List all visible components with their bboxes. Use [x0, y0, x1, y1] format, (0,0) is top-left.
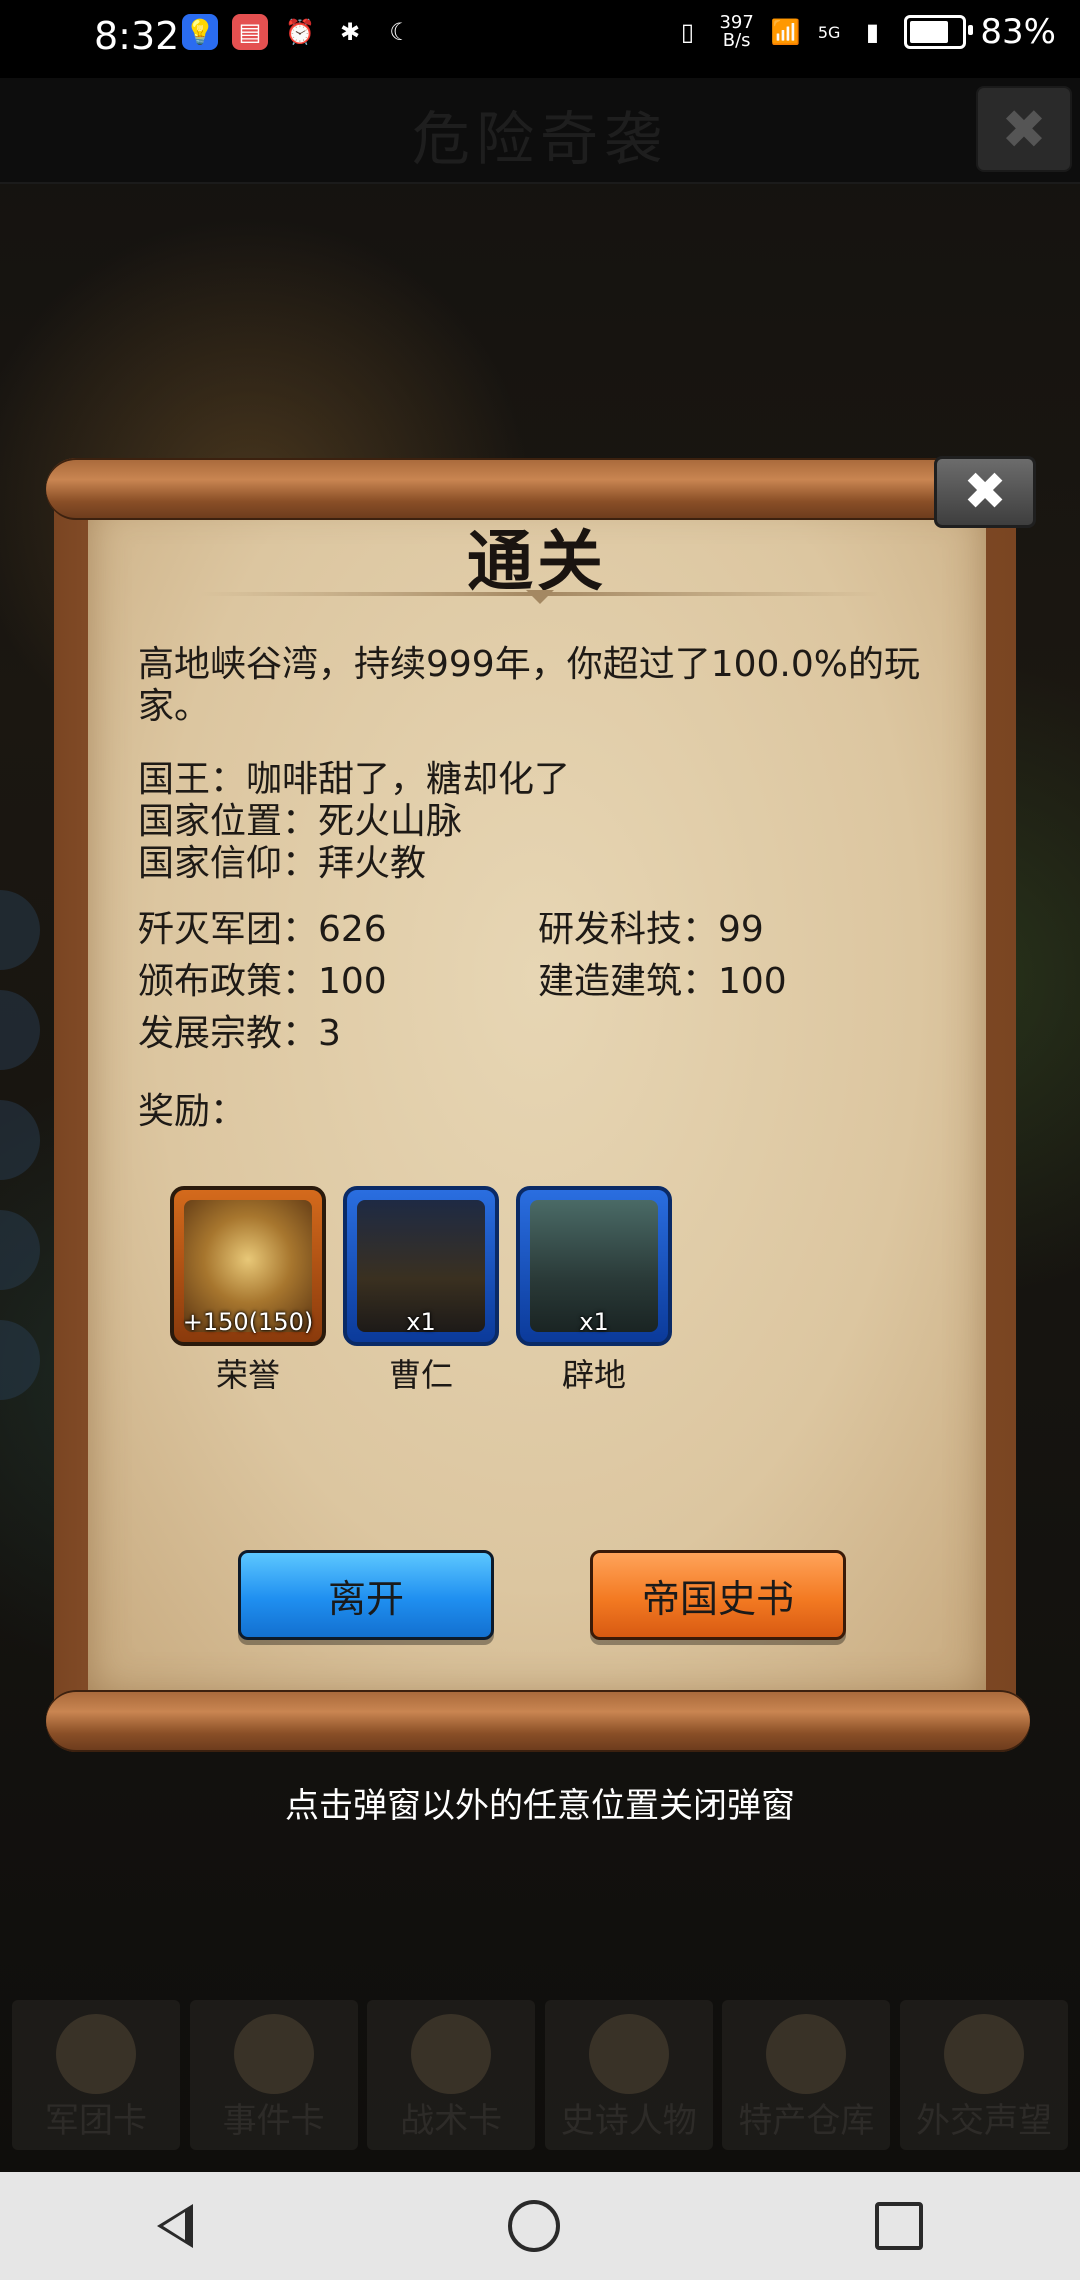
lightbulb-icon: 💡: [182, 14, 218, 50]
close-hint: 点击弹窗以外的任意位置关闭弹窗: [285, 1786, 795, 1826]
game-title: 危险奇袭: [411, 105, 668, 173]
game-tab-bar: 军团卡 事件卡 战术卡 史诗人物 特产仓库 外交声望: [0, 2000, 1080, 2172]
signal-icon: ▮: [865, 18, 880, 46]
tab-diplomacy[interactable]: 外交声望: [899, 2000, 1068, 2150]
scroll-rod-bottom: [46, 1690, 1030, 1752]
battery-level: [910, 21, 949, 43]
recent-apps-icon[interactable]: [874, 2202, 923, 2250]
crossed-swords-icon: [411, 2014, 492, 2094]
stat-tech-researched: 研发科技：99: [538, 909, 764, 950]
reward-name: 辟地: [561, 1356, 626, 1394]
tab-label: 史诗人物: [560, 2101, 697, 2141]
tab-tactic-cards[interactable]: 战术卡: [367, 2000, 536, 2150]
tab-legion-cards[interactable]: 军团卡: [12, 2000, 180, 2150]
network-speed-unit: B/s: [722, 30, 751, 51]
tab-label: 战术卡: [400, 2101, 503, 2141]
alarm-icon: ⏰: [285, 18, 315, 46]
envelope-icon: [943, 2014, 1024, 2094]
reward-name: 曹仁: [388, 1356, 453, 1394]
network-type: 5G: [817, 22, 841, 42]
tab-label: 事件卡: [222, 2101, 325, 2141]
result-summary: 高地峡谷湾，持续999年，你超过了100.0%的玩家。: [138, 644, 920, 727]
reward-frame: x1: [516, 1186, 672, 1346]
stat-buildings-built: 建造建筑：100: [538, 961, 787, 1002]
reward-quantity: x1: [579, 1308, 609, 1336]
vibrate-icon: ▯: [680, 18, 695, 46]
tab-label: 外交声望: [915, 2101, 1052, 2141]
tab-epic-characters[interactable]: 史诗人物: [544, 2000, 713, 2150]
scroll-icon: [233, 2014, 314, 2094]
tab-specialty-warehouse[interactable]: 特产仓库: [722, 2000, 891, 2150]
battery-icon: [904, 15, 974, 49]
religion-info: 国家信仰：拜火教: [138, 843, 427, 884]
battery-percent: 83%: [980, 12, 1056, 52]
empire-history-button[interactable]: 帝国史书: [590, 1550, 846, 1640]
notification-icons: 💡 ▤ ⏰ ✱ ☾: [182, 14, 418, 50]
app-notification-icon: ▤: [232, 14, 268, 50]
rewards-label: 奖励：: [138, 1091, 247, 1132]
leave-button[interactable]: 离开: [238, 1550, 494, 1640]
moon-icon: ☾: [389, 18, 411, 46]
status-bar: 8:32 💡 ▤ ⏰ ✱ ☾ ▯ 397 B/s 📶 5G ▮ 83%: [0, 0, 1080, 78]
reward-quantity: x1: [406, 1308, 436, 1336]
network-speed: 397 B/s: [719, 14, 753, 50]
home-icon[interactable]: [507, 2200, 560, 2252]
system-nav-bar: [0, 2172, 1080, 2280]
reward-name: 荣誉: [215, 1356, 280, 1394]
back-icon[interactable]: [157, 2204, 194, 2248]
chest-icon: [766, 2014, 847, 2094]
tab-label: 军团卡: [45, 2101, 147, 2141]
wifi-icon: 📶: [770, 18, 801, 46]
stat-religions-developed: 发展宗教：3: [138, 1013, 341, 1054]
tab-event-cards[interactable]: 事件卡: [189, 2000, 358, 2150]
reward-general[interactable]: x1 曹仁: [343, 1186, 499, 1396]
clock: 8:32: [94, 14, 180, 58]
stat-legions-destroyed: 歼灭军团：626: [138, 909, 387, 950]
helmet-icon: [56, 2014, 136, 2094]
reward-frame: x1: [343, 1186, 499, 1346]
game-close-button[interactable]: ✖: [976, 86, 1072, 172]
tab-label: 特产仓库: [738, 2101, 875, 2141]
stat-policies-issued: 颁布政策：100: [138, 961, 387, 1002]
reward-card[interactable]: x1 辟地: [516, 1186, 672, 1396]
bluetooth-icon: ✱: [339, 18, 361, 46]
title-divider: [200, 590, 880, 604]
reward-frame: +150(150): [170, 1186, 326, 1346]
crown-icon: [588, 2014, 669, 2094]
reward-honor[interactable]: +150(150) 荣誉: [170, 1186, 326, 1396]
reward-quantity: +150(150): [182, 1308, 314, 1336]
